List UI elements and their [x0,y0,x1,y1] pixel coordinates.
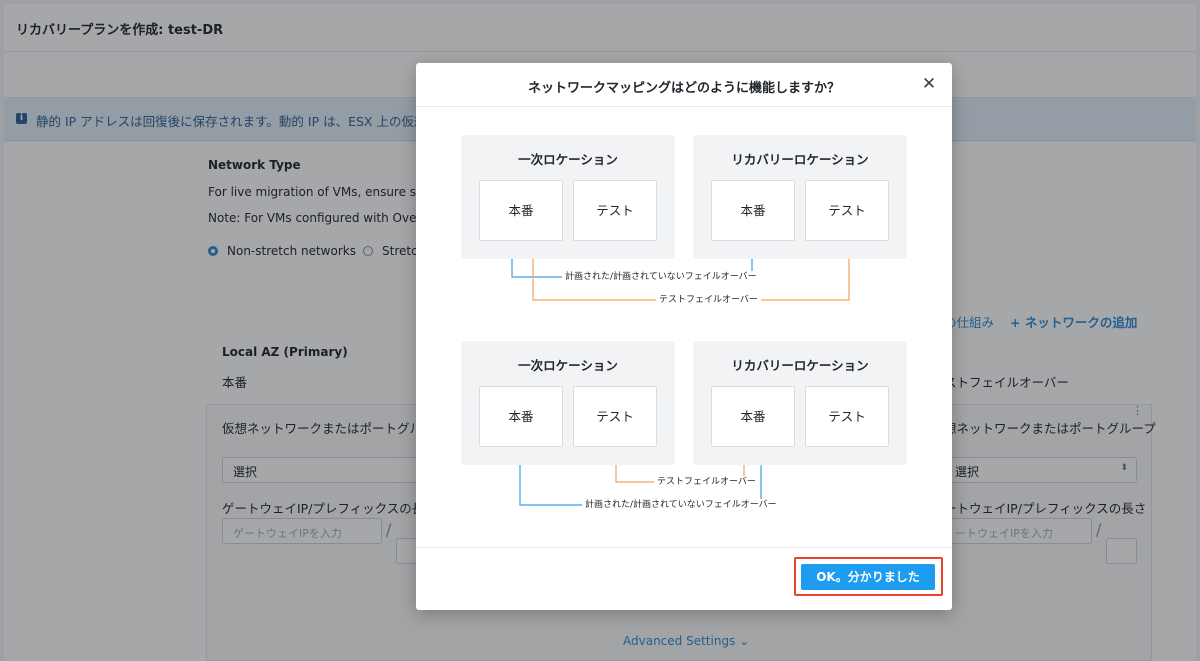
prod-env-primary-2: 本番 [479,386,563,447]
ok-button[interactable]: OK。分かりました [801,564,935,590]
failover-label-1: 計画された/計画されていないフェイルオーバー [562,271,760,283]
primary-location-title-2: 一次ロケーション [518,358,618,373]
primary-location-title-1: 一次ロケーション [518,152,618,167]
mapping-diagram: 一次ロケーション 本番 テスト リカバリーロケーション 本番 テスト 計画された… [416,107,952,547]
prod-env-recovery-1: 本番 [711,180,795,241]
test-env-recovery-2: テスト [805,386,889,447]
test-env-primary-1: テスト [573,180,657,241]
prod-env-primary-1: 本番 [479,180,563,241]
recovery-location-title-1: リカバリーロケーション [731,152,869,167]
test-env-primary-2: テスト [573,386,657,447]
modal-title: ネットワークマッピングはどのように機能しますか？ [527,81,840,96]
failover-label-2: 計画された/計画されていないフェイルオーバー [582,499,780,511]
recovery-location-title-2: リカバリーロケーション [731,358,869,373]
network-mapping-modal: ネットワークマッピングはどのように機能しますか？ ✕ 一次ロケーション 本番 テ… [416,63,952,610]
test-env-recovery-1: テスト [805,180,889,241]
prod-env-recovery-2: 本番 [711,386,795,447]
recovery-location-box-2: リカバリーロケーション 本番 テスト [693,341,907,465]
close-icon[interactable]: ✕ [920,75,938,93]
recovery-location-box-1: リカバリーロケーション 本番 テスト [693,135,907,259]
test-failover-label-1: テストフェイルオーバー [656,294,761,306]
test-failover-label-2: テストフェイルオーバー [654,476,759,488]
primary-location-box-2: 一次ロケーション 本番 テスト [461,341,675,465]
modal-header: ネットワークマッピングはどのように機能しますか？ ✕ [416,63,952,107]
primary-location-box-1: 一次ロケーション 本番 テスト [461,135,675,259]
